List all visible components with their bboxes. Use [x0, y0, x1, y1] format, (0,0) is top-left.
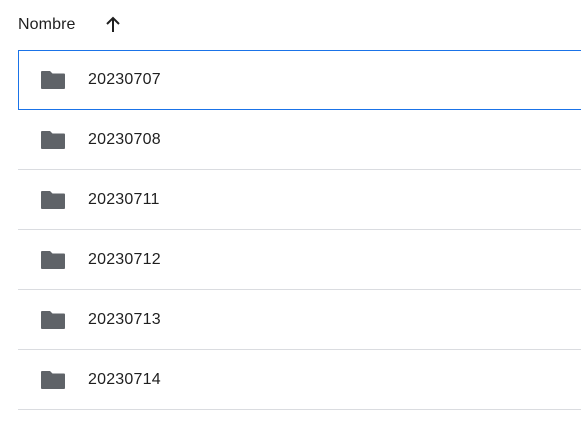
column-header-label: Nombre — [18, 16, 76, 33]
list-item[interactable]: 20230711 — [18, 170, 581, 230]
list-item[interactable]: 20230712 — [18, 230, 581, 290]
list-item[interactable]: 20230714 — [18, 350, 581, 410]
folder-icon — [40, 190, 66, 210]
list-item[interactable]: 20230713 — [18, 290, 581, 350]
list-item[interactable]: 20230708 — [18, 110, 581, 170]
list-item[interactable]: 20230707 — [18, 50, 581, 110]
folder-icon — [40, 70, 66, 90]
folder-name: 20230714 — [88, 370, 161, 388]
folder-icon — [40, 310, 66, 330]
folder-icon — [40, 130, 66, 150]
folder-name: 20230707 — [88, 71, 161, 88]
folder-name: 20230713 — [88, 310, 161, 328]
folder-name: 20230708 — [88, 130, 161, 148]
folder-icon — [40, 370, 66, 390]
arrow-up-icon[interactable] — [104, 16, 122, 34]
sort-by-name-header[interactable]: Nombre — [18, 10, 122, 40]
folder-icon — [40, 250, 66, 270]
folder-list: 20230707 20230708 20230711 20230712 2023… — [18, 50, 581, 410]
folder-name: 20230712 — [88, 250, 161, 268]
folder-name: 20230711 — [88, 190, 160, 208]
